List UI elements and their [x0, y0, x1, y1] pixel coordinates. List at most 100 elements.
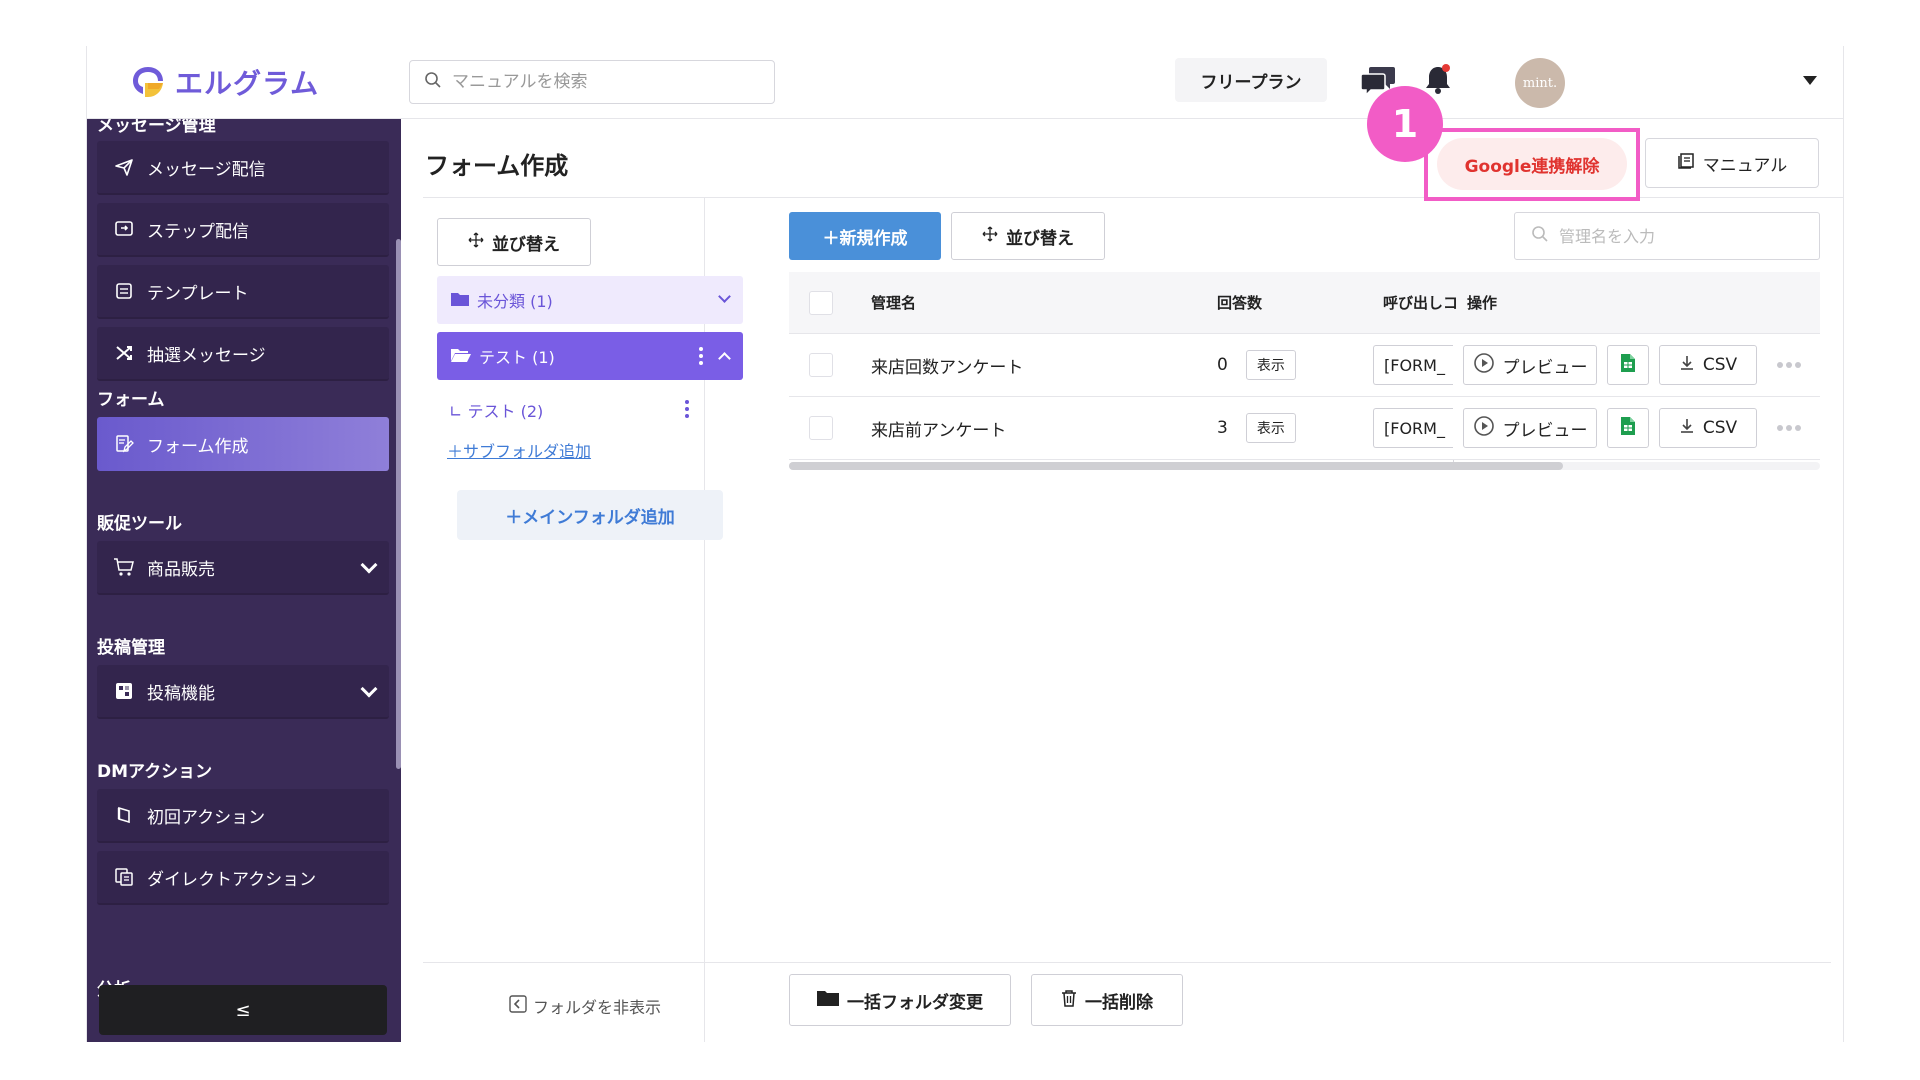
sidebar-item-label: ダイレクトアクション	[147, 869, 317, 890]
subfolder-item-test[interactable]: ∟ テスト (2)	[449, 398, 543, 422]
sidebar-item-message-delivery[interactable]: メッセージ配信	[97, 141, 389, 195]
chevron-up-icon[interactable]	[718, 352, 731, 365]
form-sort-button[interactable]: 並び替え	[951, 212, 1105, 260]
plan-badge[interactable]: フリープラン	[1175, 58, 1327, 102]
plus-icon: ＋	[505, 507, 523, 528]
sidebar-section-message: メッセージ管理	[97, 119, 216, 136]
call-code-field[interactable]: [FORM_	[1373, 408, 1453, 448]
call-code-field[interactable]: [FORM_	[1373, 345, 1453, 385]
form-name[interactable]: 来店回数アンケート	[871, 334, 1023, 396]
name-search-input[interactable]	[1559, 226, 1809, 246]
csv-label: CSV	[1702, 355, 1738, 375]
form-edit-icon	[113, 433, 135, 455]
google-sheets-button[interactable]	[1607, 408, 1649, 448]
folder-panel: 並び替え 未分類 (1) テスト (1) ∟ テスト (2) ＋サブフォルダ追加…	[423, 198, 743, 1042]
first-action-icon	[113, 804, 135, 826]
bulk-folder-change-button[interactable]: 一括フォルダ変更	[789, 974, 1011, 1026]
header-ops: 操作	[1467, 294, 1498, 312]
bulk-delete-button[interactable]: 一括削除	[1031, 974, 1183, 1026]
preview-label: プレビュー	[1502, 420, 1588, 441]
sidebar-item-first-action[interactable]: 初回アクション	[97, 789, 389, 843]
show-answers-button[interactable]: 表示	[1245, 350, 1296, 380]
name-search[interactable]	[1514, 212, 1820, 260]
horizontal-scrollbar[interactable]	[789, 462, 1563, 470]
sidebar-item-template[interactable]: テンプレート	[97, 265, 389, 319]
sidebar-item-label: 抽選メッセージ	[147, 345, 266, 366]
sidebar-item-label: ステップ配信	[147, 221, 249, 242]
preview-label: プレビュー	[1502, 357, 1588, 378]
more-options-icon[interactable]	[1777, 362, 1801, 368]
page-title: フォーム作成	[425, 152, 569, 180]
sidebar-item-label: 商品販売	[147, 559, 215, 580]
new-form-label: 新規作成	[839, 228, 908, 249]
add-main-folder-label: メインフォルダ追加	[522, 507, 675, 528]
sidebar-section-posts: 投稿管理	[97, 638, 165, 658]
folder-item-test[interactable]: テスト (1)	[437, 332, 743, 380]
kebab-menu-icon[interactable]	[699, 347, 703, 365]
hide-folder-button[interactable]: フォルダを非表示	[509, 994, 661, 1018]
chevron-down-icon[interactable]	[1803, 76, 1817, 85]
logo-icon	[129, 63, 167, 101]
download-icon	[1679, 418, 1695, 439]
shuffle-icon	[113, 342, 135, 364]
csv-download-button[interactable]: CSV	[1659, 408, 1757, 448]
move-icon	[982, 226, 998, 247]
chevron-down-icon[interactable]	[360, 556, 378, 574]
sidebar-item-post-feature[interactable]: 投稿機能	[97, 665, 389, 719]
logo[interactable]: エルグラム	[129, 62, 319, 102]
answer-count: 3	[1217, 418, 1228, 438]
sidebar-item-product-sales[interactable]: 商品販売	[97, 541, 389, 595]
show-answers-button[interactable]: 表示	[1245, 413, 1296, 443]
paper-plane-icon	[113, 156, 135, 178]
sidebar-item-form-create[interactable]: フォーム作成	[97, 417, 389, 471]
manual-button[interactable]: マニュアル	[1645, 138, 1819, 188]
footer-divider	[423, 962, 1831, 963]
preview-button[interactable]: プレビュー	[1463, 408, 1597, 448]
bell-icon[interactable]	[1423, 62, 1453, 96]
select-all-checkbox[interactable]	[809, 290, 833, 315]
sidebar-item-label: メッセージ配信	[147, 159, 266, 180]
new-form-button[interactable]: ＋新規作成	[789, 212, 941, 260]
bulk-folder-label: 一括フォルダ変更	[847, 992, 983, 1013]
sidebar-item-direct-action[interactable]: ダイレクトアクション	[97, 851, 389, 905]
manual-search[interactable]	[409, 60, 775, 104]
sidebar-collapse-button[interactable]: ≤	[99, 985, 387, 1035]
subfolder-label: テスト (2)	[467, 402, 544, 421]
folder-item-uncategorized[interactable]: 未分類 (1)	[437, 276, 743, 324]
answer-count: 0	[1217, 355, 1228, 375]
form-table: 管理名 回答数 呼び出しコ 操作 来店回数アンケート 0 表示 [FORM_ プ…	[789, 272, 1820, 462]
search-icon	[424, 71, 442, 93]
sidebar-item-step-delivery[interactable]: ステップ配信	[97, 203, 389, 257]
kebab-menu-icon[interactable]	[685, 400, 689, 418]
google-sheets-button[interactable]	[1607, 345, 1649, 385]
manual-search-input[interactable]	[452, 72, 752, 92]
sidebar-scrollbar[interactable]	[396, 239, 401, 769]
folder-open-icon	[451, 347, 471, 366]
trash-icon	[1061, 989, 1077, 1012]
csv-download-button[interactable]: CSV	[1659, 345, 1757, 385]
chevron-down-icon[interactable]	[718, 290, 731, 303]
sidebar-item-lottery[interactable]: 抽選メッセージ	[97, 327, 389, 381]
more-options-icon[interactable]	[1777, 425, 1801, 431]
chevron-down-icon[interactable]	[360, 680, 378, 698]
row-checkbox[interactable]	[809, 353, 833, 377]
header-answers[interactable]: 回答数	[1217, 272, 1262, 333]
highlight-box	[1424, 128, 1640, 201]
sidebar-section-promo: 販促ツール	[97, 514, 182, 534]
header-code: 呼び出しコ	[1383, 294, 1459, 312]
step-icon	[113, 218, 135, 240]
sidebar: メッセージ管理 メッセージ配信 ステップ配信 テンプレート 抽選メッセージ フォ…	[87, 119, 401, 1042]
add-subfolder-label: サブフォルダ追加	[463, 442, 592, 461]
add-subfolder-link[interactable]: ＋サブフォルダ追加	[447, 438, 591, 462]
preview-button[interactable]: プレビュー	[1463, 345, 1597, 385]
avatar[interactable]: mint.	[1515, 58, 1565, 108]
form-sort-label: 並び替え	[1006, 228, 1074, 249]
template-icon	[113, 280, 135, 302]
row-checkbox[interactable]	[809, 416, 833, 440]
subfolder-branch-icon: ∟	[449, 402, 468, 421]
add-main-folder-button[interactable]: ＋メインフォルダ追加	[457, 490, 723, 540]
folder-sort-button[interactable]: 並び替え	[437, 218, 591, 266]
form-name[interactable]: 来店前アンケート	[871, 397, 1006, 459]
header-name[interactable]: 管理名	[871, 272, 916, 333]
direct-action-icon	[113, 866, 135, 888]
